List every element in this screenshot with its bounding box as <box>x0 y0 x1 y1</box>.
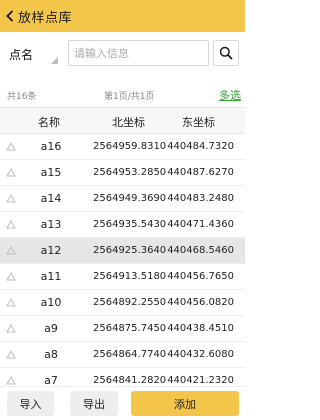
row-north: 2564935.5430 <box>93 219 167 230</box>
row-north: 2564913.5180 <box>93 271 167 282</box>
search-button[interactable] <box>213 40 239 66</box>
table-body: a16 2564959.8310 440484.7320 a15 2564953.285… <box>0 134 245 386</box>
points-table: 名称 北坐标 东坐标 a16 2564959.8310 440484.7320 a15… <box>0 107 245 386</box>
search-icon <box>219 46 233 60</box>
row-north: 2564953.2850 <box>93 167 167 178</box>
back-icon[interactable] <box>2 0 18 32</box>
row-name: a12 <box>40 244 62 257</box>
field-select[interactable]: 点名 <box>9 40 61 68</box>
row-east: 440483.2480 <box>167 193 234 204</box>
page-title: 放样点库 <box>18 10 73 26</box>
row-north: 2564875.7450 <box>93 323 167 334</box>
column-east-header: 东坐标 <box>182 116 215 129</box>
row-name: a14 <box>40 192 62 205</box>
row-north: 2564949.3690 <box>93 193 167 204</box>
table-row[interactable]: a8 2564864.7740 440432.6080 <box>0 342 245 368</box>
table-row[interactable]: a13 2564935.5430 440471.4360 <box>0 212 245 238</box>
total-count: 共16条 <box>7 92 37 102</box>
row-east: 440421.2320 <box>167 375 234 386</box>
field-select-label: 点名 <box>9 47 34 62</box>
table-row[interactable]: a15 2564953.2850 440487.6270 <box>0 160 245 186</box>
row-east: 440456.0820 <box>167 297 234 308</box>
bottom-bar: 导入 导出 添加 <box>0 386 245 420</box>
import-button[interactable]: 导入 <box>7 391 54 416</box>
table-row[interactable]: a12 2564925.3640 440468.5460 <box>0 238 245 264</box>
row-name: a9 <box>44 322 58 335</box>
export-button[interactable]: 导出 <box>70 391 118 416</box>
table-row[interactable]: a16 2564959.8310 440484.7320 <box>0 134 245 160</box>
table-row[interactable]: a7 2564841.2820 440421.2320 <box>0 368 245 386</box>
title-bar: 放样点库 <box>0 0 245 32</box>
row-name: a8 <box>44 348 58 361</box>
row-name: a15 <box>40 166 62 179</box>
dropdown-caret-icon <box>51 57 58 64</box>
add-button[interactable]: 添加 <box>131 391 239 416</box>
page-indicator: 第1页/共1页 <box>104 92 155 102</box>
row-name: a16 <box>40 140 62 153</box>
table-row[interactable]: a14 2564949.3690 440483.2480 <box>0 186 245 212</box>
row-north: 2564864.7740 <box>93 349 167 360</box>
multi-select-link[interactable]: 多选 <box>219 87 241 103</box>
row-name: a11 <box>40 270 62 283</box>
table-row[interactable]: a10 2564892.2550 440456.0820 <box>0 290 245 316</box>
row-east: 440468.5460 <box>167 245 234 256</box>
row-east: 440484.7320 <box>167 141 234 152</box>
pager-row: 共16条 第1页/共1页 多选 <box>0 84 245 104</box>
row-north: 2564959.8310 <box>93 141 167 152</box>
table-row[interactable]: a9 2564875.7450 440438.4510 <box>0 316 245 342</box>
row-north: 2564925.3640 <box>93 245 167 256</box>
row-name: a7 <box>44 374 58 386</box>
table-row[interactable]: a11 2564913.5180 440456.7650 <box>0 264 245 290</box>
row-east: 440438.4510 <box>167 323 234 334</box>
row-east: 440487.6270 <box>167 167 234 178</box>
row-east: 440432.6080 <box>167 349 234 360</box>
row-name: a13 <box>40 218 62 231</box>
row-east: 440471.4360 <box>167 219 234 230</box>
row-north: 2564841.2820 <box>93 375 167 386</box>
column-north-header: 北坐标 <box>112 116 145 129</box>
row-east: 440456.7650 <box>167 271 234 282</box>
table-header: 名称 北坐标 东坐标 <box>0 108 245 134</box>
row-name: a10 <box>40 296 62 309</box>
column-name-header: 名称 <box>38 116 60 129</box>
search-input[interactable]: 请输入信息 <box>68 40 209 66</box>
row-north: 2564892.2550 <box>93 297 167 308</box>
